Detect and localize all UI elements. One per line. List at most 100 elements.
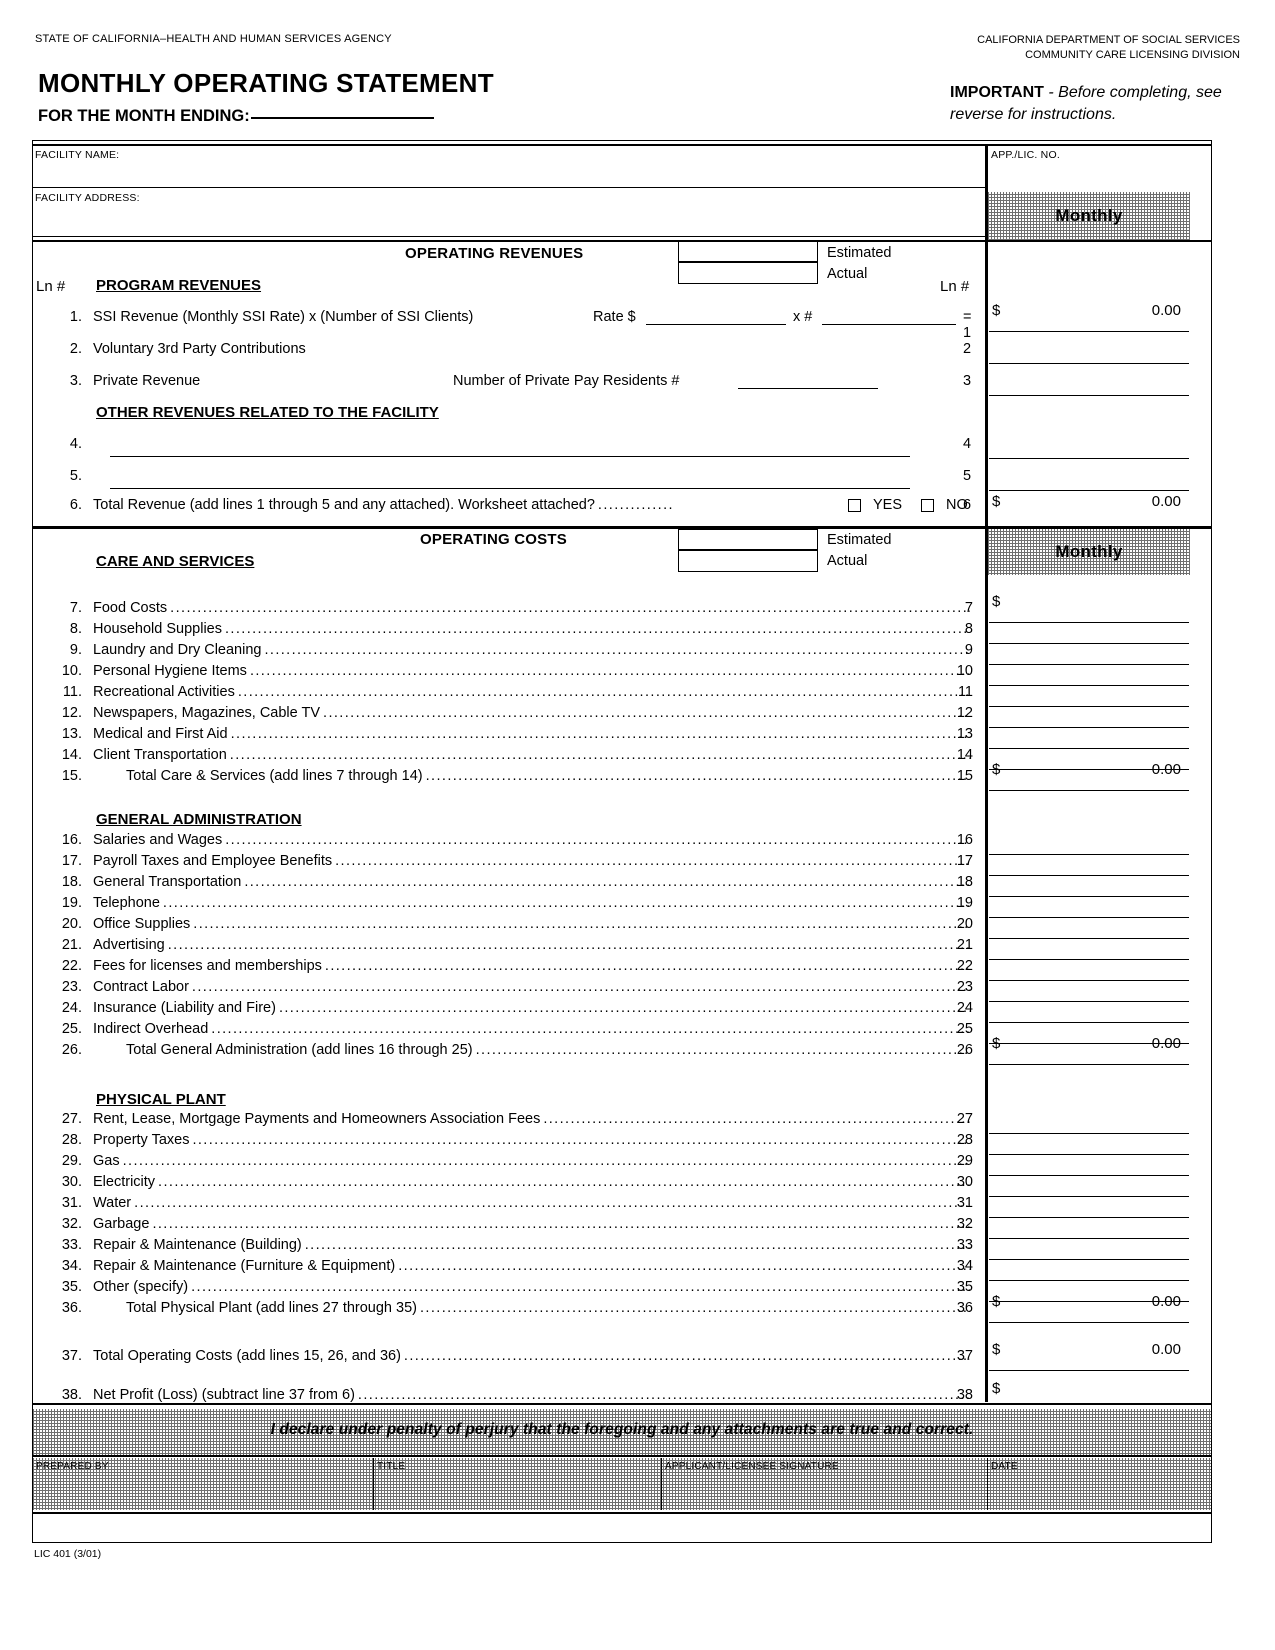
revenue-row-5-input[interactable] [110,488,910,489]
revenue-clients-input[interactable] [822,324,956,325]
worksheet-no-checkbox[interactable] [921,499,934,512]
revenue-row-1-rate-label: Rate $ [593,309,636,325]
cost-money-37[interactable]: $0.00 [989,1341,1189,1371]
cost-row-35-number: 35. [61,1279,82,1295]
applicant-signature-input[interactable] [665,1472,983,1508]
cost-row-34-label: Repair & Maintenance (Furniture & Equipm… [93,1258,396,1274]
worksheet-yes-checkbox[interactable] [848,499,861,512]
cost-row-11-text: Recreational Activities.................… [93,684,973,700]
cost-row-9-leader: ........................................… [264,642,970,658]
costs-actual-checkbox[interactable] [678,550,818,572]
cost-row-34-ln: 34 [956,1258,973,1274]
cost-money-15[interactable]: $0.00 [989,761,1189,791]
declaration-top-rule [32,1403,1212,1405]
revenue-row-2: 2. Voluntary 3rd Party Contributions 2 [48,341,973,362]
cost-row-31: 31. Water................................… [48,1195,973,1216]
cost-row-37-leader: ........................................… [403,1348,970,1364]
date-input[interactable] [991,1472,1206,1508]
cost-row-24-ln: 24 [956,1000,973,1016]
cost-row-8-number: 8. [69,621,82,637]
app-lic-no-input[interactable] [991,161,1186,189]
cost-row-13: 13. Medical and First Aid................… [48,726,973,747]
facility-address-input[interactable] [35,204,983,234]
revenue-money-4[interactable] [989,429,1189,459]
revenue-row-6-ln: 6 [963,497,972,513]
revenue-money-2[interactable] [989,334,1189,364]
month-ending-field: FOR THE MONTH ENDING: [38,107,434,126]
cost-row-21-number: 21. [61,937,82,953]
cost-row-28-ln: 28 [956,1132,973,1148]
cost-row-14-ln: 14 [956,747,973,763]
cost-row-18-label: General Transportation [93,874,242,890]
cost-row-29-label: Gas [93,1153,120,1169]
cost-row-33-leader: ........................................… [304,1237,970,1253]
cost-row-30-leader: ........................................… [158,1174,970,1190]
cost-row-24-leader: ........................................… [278,1000,970,1016]
cost-row-31-text: Water...................................… [93,1195,973,1211]
declaration-text: I declare under penalty of perjury that … [270,1421,974,1438]
cost-row-22: 22. Fees for licenses and memberships....… [48,958,973,979]
cost-row-13-text: Medical and First Aid...................… [93,726,973,742]
cost-row-30: 30. Electricity..........................… [48,1174,973,1195]
revenue-money-1[interactable]: $ 0.00 [989,302,1189,332]
signature-divider-1 [373,1458,374,1510]
facility-name-input[interactable] [35,160,983,186]
costs-estimated-checkbox[interactable] [678,529,818,550]
cost-row-27-text: Rent, Lease, Mortgage Payments and Homeo… [93,1111,973,1127]
cost-money-36[interactable]: $0.00 [989,1293,1189,1323]
revenues-estimated-label: Estimated [827,245,892,261]
cost-money-38[interactable]: $ [989,1380,1189,1410]
revenues-estimated-checkbox[interactable] [678,241,818,262]
cost-row-15-leader: ........................................… [425,768,970,784]
cost-row-32-text: Garbage.................................… [93,1216,973,1232]
revenue-money-3[interactable] [989,366,1189,396]
revenue-money-5[interactable] [989,461,1189,491]
revenue-row-4-ln: 4 [963,436,972,452]
revenue-money-6[interactable]: $ 0.00 [989,493,1189,523]
form-code: LIC 401 (3/01) [34,1548,102,1560]
cost-row-35-ln: 35 [956,1279,973,1295]
department-line-1: CALIFORNIA DEPARTMENT OF SOCIAL SERVICES [977,34,1240,46]
cost-row-15: 15. Total Care & Services (add lines 7 th… [48,768,973,789]
prepared-by-input[interactable] [36,1472,366,1508]
program-revenues-heading: PROGRAM REVENUES [96,277,262,294]
cost-row-28-label: Property Taxes [93,1132,190,1148]
cost-row-17: 17. Payroll Taxes and Employee Benefits..… [48,853,973,874]
revenue-row-4-input[interactable] [110,456,910,457]
cost-row-14-label: Client Transportation [93,747,227,763]
cost-row-38-label: Net Profit (Loss) (subtract line 37 from… [93,1387,355,1403]
revenue-rate-input[interactable] [646,324,786,325]
cost-row-24-number: 24. [61,1000,82,1016]
title-input[interactable] [377,1472,657,1508]
cost-row-36-label: Total Physical Plant (add lines 27 throu… [126,1300,417,1316]
cost-row-25-label: Indirect Overhead [93,1021,209,1037]
cost-row-11-label: Recreational Activities [93,684,235,700]
cost-row-7-text: Food Costs..............................… [93,600,973,616]
revenue-money-1-value: 0.00 [1151,302,1181,319]
cost-money-26[interactable]: $0.00 [989,1035,1189,1065]
cost-row-28: 28. Property Taxes.......................… [48,1132,973,1153]
month-ending-input[interactable] [250,117,434,119]
cost-row-21-ln: 21 [956,937,973,953]
cost-row-38-number: 38. [61,1387,82,1403]
revenue-row-6: 6. Total Revenue (add lines 1 through 5 … [48,497,973,518]
cost-row-19-ln: 19 [956,895,973,911]
month-ending-label: FOR THE MONTH ENDING: [38,107,250,125]
cost-row-25-number: 25. [61,1021,82,1037]
cost-row-26: 26. Total General Administration (add lin… [48,1042,973,1063]
facility-name-row-rule [33,187,985,188]
cost-row-16-text: Salaries and Wages......................… [93,832,973,848]
cost-row-26-number: 26. [61,1042,82,1058]
cost-row-16-ln: 16 [956,832,973,848]
cost-row-31-ln: 31 [956,1195,973,1211]
important-notice: IMPORTANT - Before completing, see rever… [950,82,1240,126]
facility-address-row-rule [33,236,985,237]
cost-row-7-leader: ........................................… [170,600,970,616]
revenues-actual-checkbox[interactable] [678,262,818,284]
cost-row-29-number: 29. [61,1153,82,1169]
cost-row-7: 7. Food Costs............................… [48,600,973,621]
cost-row-33: 33. Repair & Maintenance (Building)......… [48,1237,973,1258]
private-pay-residents-input[interactable] [738,388,878,389]
cost-row-38-ln: 38 [956,1387,973,1403]
cost-row-25-ln: 25 [956,1021,973,1037]
